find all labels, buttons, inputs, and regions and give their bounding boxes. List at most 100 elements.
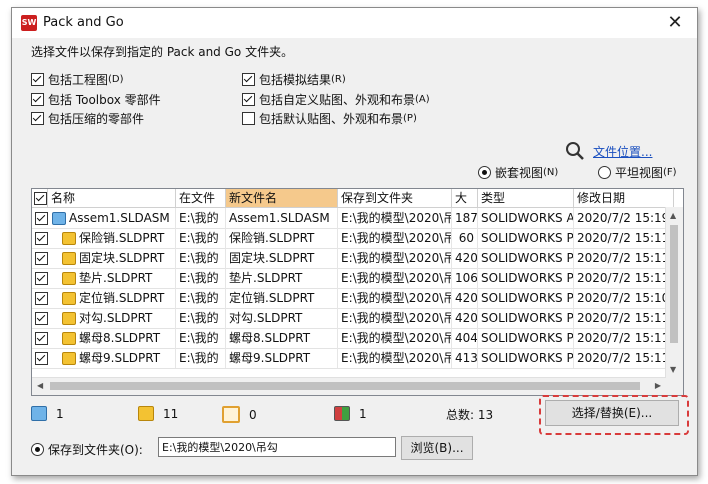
row-checkbox[interactable]	[35, 312, 48, 325]
include-simulation-checkbox[interactable]: 包括模拟结果 (R)	[242, 71, 346, 88]
save-folder-path-input[interactable]: E:\我的模型\2020\吊勾	[158, 437, 396, 457]
include-drawings-checkbox[interactable]: 包括工程图 (D)	[31, 71, 124, 88]
column-header-new-name[interactable]: 新文件名	[226, 189, 338, 207]
part-icon	[62, 252, 76, 265]
flat-view-radio[interactable]: 平坦视图 (F)	[598, 164, 677, 181]
new-file-name-cell[interactable]: 对勾.SLDPRT	[226, 308, 338, 328]
row-checkbox[interactable]	[35, 292, 48, 305]
table-row[interactable]: 螺母9.SLDPRT E:\我的 螺母9.SLDPRT E:\我的模型\2020\吊 4…	[32, 348, 683, 369]
size-cell: 413	[452, 348, 478, 368]
horizontal-scrollbar[interactable]: ◀ ▶	[32, 377, 666, 395]
row-checkbox[interactable]	[35, 232, 48, 245]
new-file-name-cell[interactable]: 螺母8.SLDPRT	[226, 328, 338, 348]
scroll-left-arrow[interactable]: ◀	[37, 381, 43, 390]
file-name-cell: 螺母9.SLDPRT	[48, 348, 176, 368]
new-file-name-cell[interactable]: 螺母9.SLDPRT	[226, 348, 338, 368]
checkbox-box[interactable]	[31, 112, 44, 125]
date-cell: 2020/7/2 15:10:	[574, 288, 674, 308]
type-cell: SOLIDWORKS Part	[478, 268, 574, 288]
browse-button[interactable]: 浏览(B)...	[401, 436, 473, 460]
vertical-scrollbar[interactable]: ▲ ▼	[665, 207, 683, 378]
option-key: (A)	[415, 94, 430, 105]
save-to-folder-radio[interactable]: 保存到文件夹(O):	[31, 441, 143, 458]
date-cell: 2020/7/2 15:11:	[574, 348, 674, 368]
checkbox-box[interactable]	[242, 73, 255, 86]
checkbox-box[interactable]	[242, 93, 255, 106]
size-cell: 187	[452, 208, 478, 228]
include-custom-decals-checkbox[interactable]: 包括自定义贴图、外观和布景 (A)	[242, 91, 430, 108]
new-file-name-cell[interactable]: 固定块.SLDPRT	[226, 248, 338, 268]
title-bar: SW Pack and Go ✕	[12, 8, 697, 38]
part-icon	[62, 272, 76, 285]
table-row[interactable]: 保险销.SLDPRT E:\我的 保险销.SLDPRT E:\我的模型\2020\吊 6…	[32, 228, 683, 249]
date-cell: 2020/7/2 15:11:	[574, 268, 674, 288]
table-row[interactable]: Assem1.SLDASM E:\我的 Assem1.SLDASM E:\我的模型\2…	[32, 208, 683, 229]
radio-button[interactable]	[598, 166, 611, 179]
horizontal-scroll-thumb[interactable]	[50, 382, 640, 390]
vertical-scroll-thumb[interactable]	[670, 225, 678, 343]
assembly-count: 1	[31, 406, 64, 421]
new-file-name-cell[interactable]: 保险销.SLDPRT	[226, 228, 338, 248]
file-name-text: 螺母9.SLDPRT	[79, 351, 161, 365]
column-header-type[interactable]: 类型	[478, 189, 574, 207]
include-suppressed-checkbox[interactable]: 包括压缩的零部件	[31, 110, 144, 127]
row-checkbox[interactable]	[35, 332, 48, 345]
row-checkbox[interactable]	[35, 272, 48, 285]
part-icon	[62, 332, 76, 345]
column-header-name[interactable]: 名称	[48, 189, 176, 207]
part-icon	[62, 232, 76, 245]
checkbox-box[interactable]	[242, 112, 255, 125]
include-default-decals-checkbox[interactable]: 包括默认贴图、外观和布景 (P)	[242, 110, 417, 127]
checkbox-box[interactable]	[31, 93, 44, 106]
column-header-in-folder[interactable]: 在文件	[176, 189, 226, 207]
table-row[interactable]: 垫片.SLDPRT E:\我的 垫片.SLDPRT E:\我的模型\2020\吊 106…	[32, 268, 683, 289]
row-checkbox[interactable]	[35, 252, 48, 265]
folder-cell: E:\我的模型\2020\吊	[338, 228, 452, 248]
column-header-size[interactable]: 大	[452, 189, 478, 207]
file-name-text: 保险销.SLDPRT	[79, 231, 165, 245]
file-location-text[interactable]: 文件位置...	[593, 143, 652, 160]
file-name-cell: 固定块.SLDPRT	[48, 248, 176, 268]
file-name-cell: 螺母8.SLDPRT	[48, 328, 176, 348]
radio-button[interactable]	[478, 166, 491, 179]
solidworks-app-icon: SW	[21, 15, 37, 31]
new-file-name-cell[interactable]: 垫片.SLDPRT	[226, 268, 338, 288]
type-cell: SOLIDWORKS Part	[478, 248, 574, 268]
file-name-text: 螺母8.SLDPRT	[79, 331, 161, 345]
date-cell: 2020/7/2 15:11:	[574, 228, 674, 248]
select-all-checkbox[interactable]	[34, 192, 47, 205]
option-key: (R)	[331, 74, 346, 85]
file-location-link[interactable]: 文件位置...	[565, 141, 652, 161]
file-name-cell: 保险销.SLDPRT	[48, 228, 176, 248]
table-row[interactable]: 螺母8.SLDPRT E:\我的 螺母8.SLDPRT E:\我的模型\2020\吊 4…	[32, 328, 683, 349]
radio-key: (F)	[663, 167, 677, 178]
close-button[interactable]: ✕	[653, 8, 697, 38]
checkbox-box[interactable]	[31, 73, 44, 86]
scroll-right-arrow[interactable]: ▶	[655, 381, 661, 390]
new-file-name-cell[interactable]: Assem1.SLDASM	[226, 208, 338, 228]
new-file-name-cell[interactable]: 定位销.SLDPRT	[226, 288, 338, 308]
infile-cell: E:\我的	[176, 348, 226, 368]
save-to-folder-label: 保存到文件夹(O):	[48, 443, 143, 457]
table-row[interactable]: 定位销.SLDPRT E:\我的 定位销.SLDPRT E:\我的模型\2020\吊 4…	[32, 288, 683, 309]
select-all-header[interactable]	[32, 189, 48, 207]
nested-view-radio[interactable]: 嵌套视图 (N)	[478, 164, 558, 181]
row-checkbox[interactable]	[35, 352, 48, 365]
row-checkbox[interactable]	[35, 212, 48, 225]
scroll-up-arrow[interactable]: ▲	[670, 211, 676, 220]
select-replace-button[interactable]: 选择/替换(E)...	[545, 400, 679, 426]
assembly-icon	[52, 212, 66, 225]
column-header-save-folder[interactable]: 保存到文件夹	[338, 189, 452, 207]
pack-and-go-dialog: SW Pack and Go ✕ 选择文件以保存到指定的 Pack and Go…	[11, 7, 698, 476]
infile-cell: E:\我的	[176, 288, 226, 308]
scroll-down-arrow[interactable]: ▼	[670, 365, 676, 374]
include-toolbox-checkbox[interactable]: 包括 Toolbox 零部件	[31, 91, 161, 108]
infile-cell: E:\我的	[176, 328, 226, 348]
total-count-label: 总数: 13	[446, 408, 494, 422]
column-header-date[interactable]: 修改日期	[574, 189, 674, 207]
option-label: 包括默认贴图、外观和布景	[259, 112, 404, 126]
table-row[interactable]: 固定块.SLDPRT E:\我的 固定块.SLDPRT E:\我的模型\2020\吊 4…	[32, 248, 683, 269]
option-label: 包括模拟结果	[259, 73, 332, 87]
radio-button[interactable]	[31, 443, 44, 456]
table-row[interactable]: 对勾.SLDPRT E:\我的 对勾.SLDPRT E:\我的模型\2020\吊 420…	[32, 308, 683, 329]
